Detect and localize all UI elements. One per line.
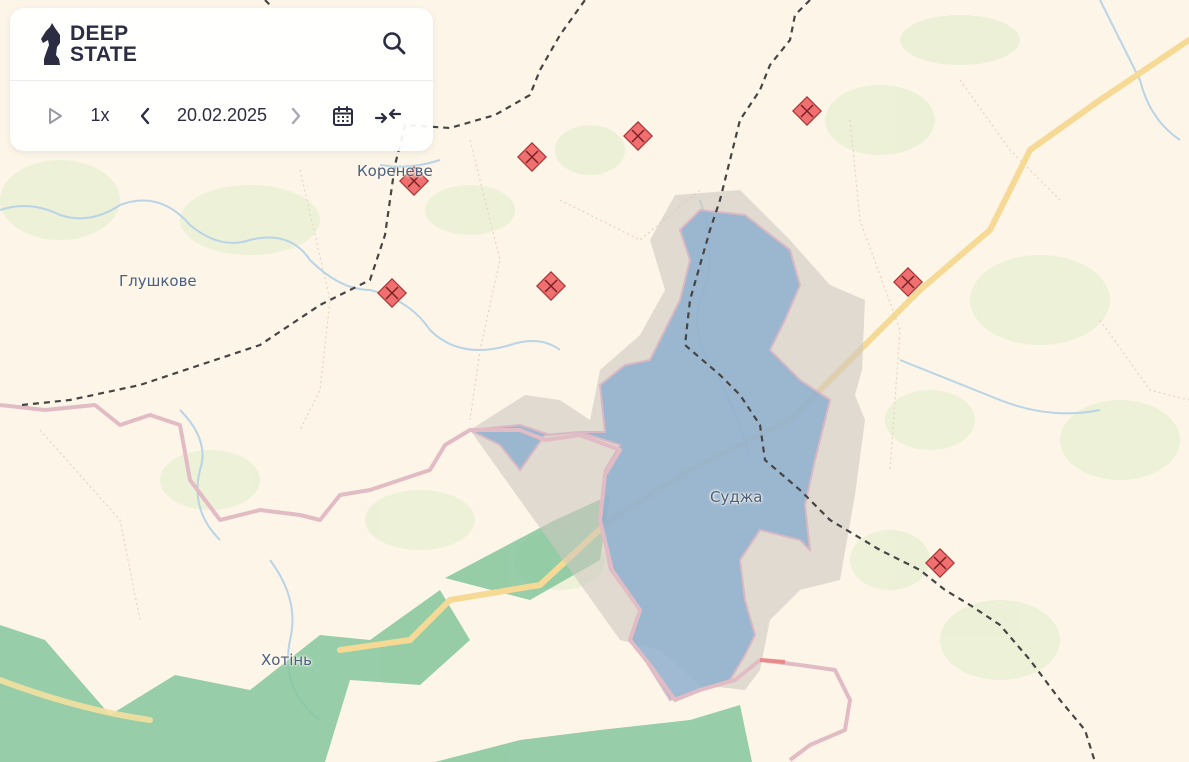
panel-header: DEEP STATE xyxy=(10,8,433,81)
collapse-button[interactable] xyxy=(370,80,406,151)
deepstate-logo[interactable]: DEEP STATE xyxy=(38,20,137,68)
attack-marker[interactable] xyxy=(517,142,547,172)
calendar-icon xyxy=(333,105,353,126)
occupied-area xyxy=(466,208,832,702)
logo-line1: DEEP xyxy=(70,22,129,45)
attack-marker[interactable] xyxy=(623,121,653,151)
control-panel: DEEP STATE 1x 20.02.2025 xyxy=(10,8,433,151)
play-icon xyxy=(49,107,62,124)
place-label-glushkove: Глушкове xyxy=(119,272,197,290)
collapse-arrows-icon xyxy=(374,108,402,123)
date-value: 20.02.2025 xyxy=(176,105,268,125)
calendar-button[interactable] xyxy=(326,80,360,151)
border-red-segment xyxy=(759,658,786,664)
logo-line2: STATE xyxy=(70,43,138,66)
logo-text: DEEP STATE xyxy=(70,23,137,65)
timeline-controls: 1x 20.02.2025 xyxy=(10,80,433,151)
search-icon xyxy=(383,32,406,55)
place-label-sudzha: Суджа xyxy=(710,488,763,506)
play-button[interactable] xyxy=(40,80,70,151)
current-date[interactable]: 20.02.2025 xyxy=(165,80,279,151)
attack-marker[interactable] xyxy=(536,271,566,301)
knight-logo-icon xyxy=(41,23,60,65)
speed-value: 1x xyxy=(90,105,110,125)
attack-marker[interactable] xyxy=(925,548,955,578)
place-label-khotin: Хотінь xyxy=(261,651,313,669)
speed-button[interactable]: 1x xyxy=(80,80,120,151)
search-button[interactable] xyxy=(379,28,411,60)
place-label-korenevo: Кореневе xyxy=(357,162,433,180)
chevron-right-icon xyxy=(291,107,301,124)
attack-marker[interactable] xyxy=(792,96,822,126)
next-date-button[interactable] xyxy=(283,80,309,151)
prev-date-button[interactable] xyxy=(132,80,158,151)
chevron-left-icon xyxy=(140,107,150,124)
